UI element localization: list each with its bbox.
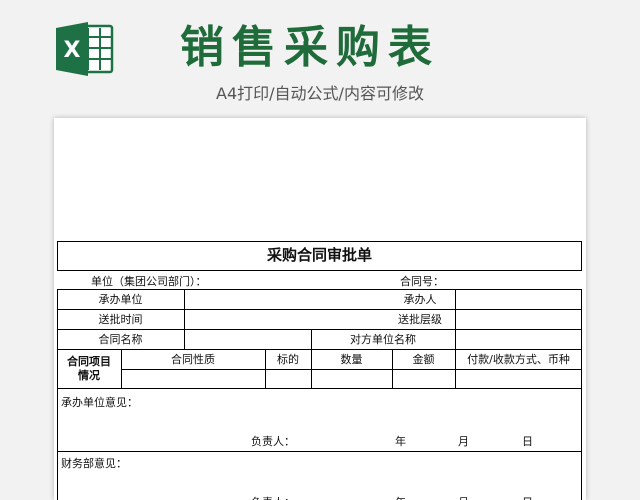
unit-label: 单位（集团公司部门）： [91,275,207,288]
column-header: 金额 [412,353,435,366]
year-label: 年 [395,435,406,448]
row-divider [121,369,582,370]
column-header: 标的 [277,353,299,366]
left-border [57,389,58,500]
page-title: 销售采购表 [180,22,440,73]
counterparty-label: 对方单位名称 [350,333,416,346]
responsible-label-2: 负责人： [251,496,295,500]
form-title: 采购合同审批单 [266,246,372,264]
right-border [581,389,582,500]
document-sheet: 采购合同审批单 单位（集团公司部门）： 合同号： 承办单位 承办人 送批时间 送… [54,118,586,500]
undertaker-label: 承办人 [403,293,437,306]
month-label: 月 [458,435,469,448]
project-label-2: 情况 [78,369,100,382]
project-label-1: 合同项目 [67,355,111,368]
col-divider [455,289,456,349]
responsible-label: 负责人： [251,435,295,448]
month-label-2: 月 [458,496,469,500]
day-label-2: 日 [522,496,533,500]
section-divider [57,451,582,452]
row-divider [57,309,582,310]
day-label: 日 [522,435,533,448]
submit-level-label: 送批层级 [398,313,442,326]
column-header: 付款/收款方式、币种 [467,353,570,366]
row-divider [57,349,582,350]
page-subtitle: A4打印/自动公式/内容可修改 [216,84,424,103]
year-label-2: 年 [395,496,406,500]
finance-opinion-label: 财务部意见： [61,457,127,470]
undertake-opinion-label: 承办单位意见： [61,396,138,409]
logo-letter: X [64,38,81,63]
undertake-unit-label: 承办单位 [98,293,143,306]
column-header: 合同性质 [171,353,215,366]
contract-no-label: 合同号： [400,275,444,288]
column-header: 数量 [340,353,363,366]
col-divider [184,329,185,349]
approval-form: 采购合同审批单 单位（集团公司部门）： 合同号： 承办单位 承办人 送批时间 送… [57,241,582,500]
excel-icon: X [54,20,116,78]
row-divider [57,329,582,330]
contract-name-label: 合同名称 [98,333,143,346]
submit-time-label: 送批时间 [98,313,143,326]
